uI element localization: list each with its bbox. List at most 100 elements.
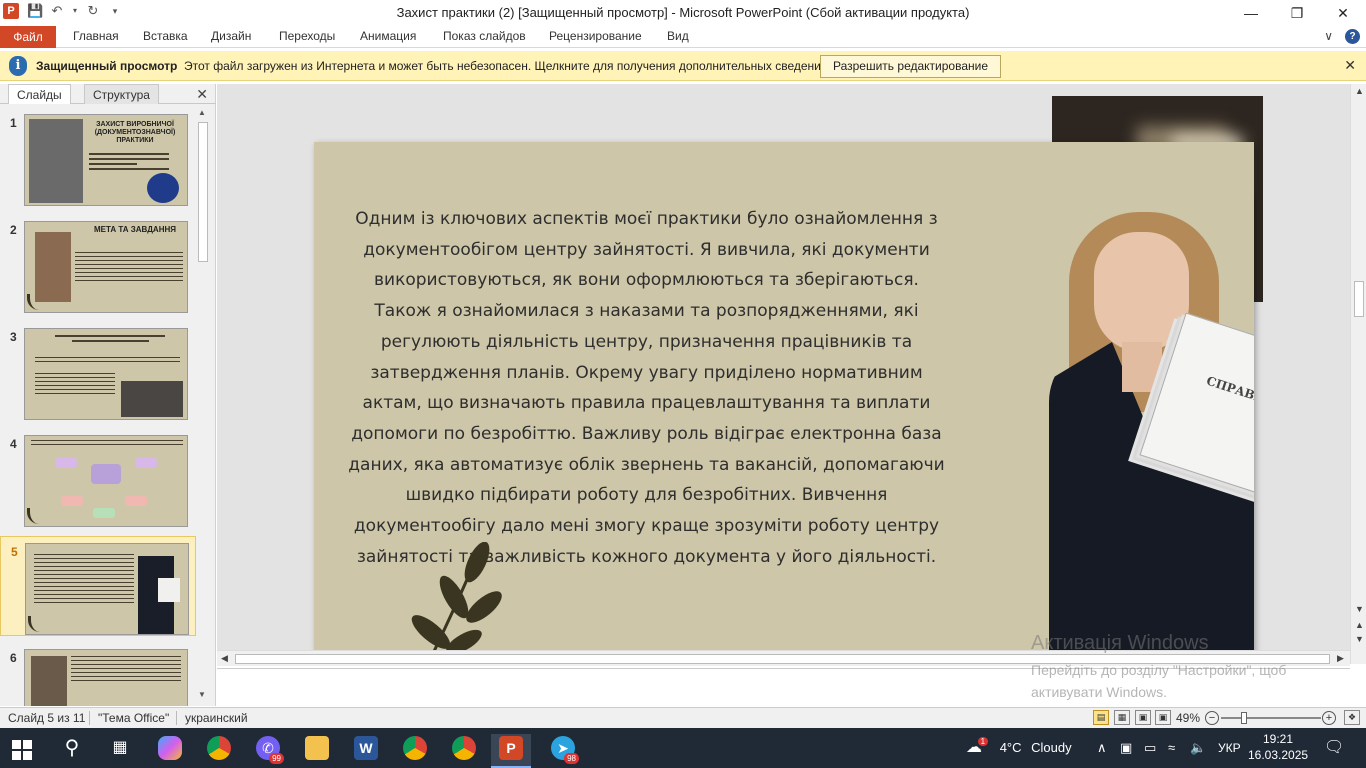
task-view-icon[interactable]: ▦ [100, 734, 140, 768]
chrome-icon[interactable] [199, 734, 239, 768]
chevron-up-icon[interactable]: ∧ [1097, 728, 1107, 768]
scroll-left-icon[interactable]: ◀ [221, 653, 228, 664]
thumbnail-title: МЕТА ТА ЗАВДАННЯ [93, 225, 176, 234]
leaf-decoration-icon [28, 616, 42, 632]
undo-dropdown-icon[interactable]: ▾ [71, 3, 79, 19]
ribbon-tabs: Файл Главная Вставка Дизайн Переходы Ани… [0, 26, 1366, 48]
telegram-icon[interactable]: ➤ 98 [543, 734, 583, 768]
close-icon[interactable]: ✕ [1344, 57, 1356, 74]
notifications-icon[interactable]: 🗨 [1324, 728, 1344, 768]
scroll-down-icon[interactable]: ▼ [198, 690, 206, 699]
slide-thumbnail-6[interactable]: 6 [0, 643, 196, 706]
search-icon[interactable]: ⚲ [52, 734, 92, 768]
slide-canvas[interactable]: Одним із ключових аспектів моєї практики… [314, 142, 1254, 650]
input-language[interactable]: УКР [1218, 728, 1241, 768]
diagram-node [55, 458, 77, 468]
slide-number: 6 [10, 651, 17, 665]
next-slide-icon[interactable]: ▼ [1355, 634, 1364, 644]
tab-design[interactable]: Дизайн [211, 29, 251, 43]
volume-icon[interactable]: 🔈 [1190, 728, 1206, 768]
ribbon-minimize-icon[interactable]: ∨ [1324, 29, 1333, 44]
slide-thumbnail-5[interactable]: 5 [0, 536, 196, 636]
enable-editing-button[interactable]: Разрешить редактирование [820, 55, 1001, 78]
slide-vertical-scrollbar[interactable]: ▲ ▼ ▲ ▼ [1350, 84, 1366, 664]
minimize-button[interactable]: — [1228, 0, 1274, 26]
slides-pane: Слайды Структура ✕ 1 ЗАХИСТ ВИРОБНИЧОЇ (… [0, 84, 216, 706]
person-photo-face [1094, 232, 1189, 352]
info-shield-icon: i [9, 56, 27, 76]
scroll-up-icon[interactable]: ▲ [1355, 86, 1364, 96]
maximize-button[interactable]: ❐ [1274, 0, 1320, 26]
undo-icon[interactable]: ↶ [49, 3, 65, 19]
chrome-profile-2-icon[interactable] [444, 734, 484, 768]
thumbnail-photo [35, 232, 71, 302]
zoom-in-icon[interactable]: + [1322, 711, 1336, 725]
scrollbar-thumb[interactable] [1354, 281, 1364, 317]
zoom-slider[interactable] [1221, 717, 1321, 719]
person-photo-neck [1122, 342, 1162, 392]
scroll-right-icon[interactable]: ▶ [1337, 653, 1344, 664]
slide-number: 4 [10, 437, 17, 451]
thumbnail-photo [121, 381, 183, 417]
chrome-profile-icon[interactable] [395, 734, 435, 768]
tab-insert[interactable]: Вставка [143, 29, 188, 43]
normal-view-icon[interactable]: ▤ [1093, 710, 1109, 725]
slide-thumbnail-3[interactable]: 3 [0, 322, 196, 422]
reading-view-icon[interactable]: ▣ [1135, 710, 1151, 725]
usb-icon[interactable]: ▭ [1144, 728, 1156, 768]
slide-sorter-icon[interactable]: ▦ [1114, 710, 1130, 725]
slide-number: 3 [10, 330, 17, 344]
slideshow-icon[interactable]: ▣ [1155, 710, 1171, 725]
slide-thumbnail-2[interactable]: 2 МЕТА ТА ЗАВДАННЯ [0, 215, 196, 315]
tab-review[interactable]: Рецензирование [549, 29, 642, 43]
fit-to-window-icon[interactable]: ❖ [1344, 710, 1360, 725]
protected-view-message[interactable]: Этот файл загружен из Интернета и может … [184, 59, 831, 73]
slide-counter: Слайд 5 из 11 [8, 711, 86, 725]
tab-transitions[interactable]: Переходы [279, 29, 335, 43]
zoom-slider-knob[interactable] [1241, 712, 1247, 724]
tab-view[interactable]: Вид [667, 29, 689, 43]
file-explorer-icon[interactable] [297, 734, 337, 768]
thumbnail-photo [29, 119, 83, 203]
redo-icon[interactable]: ↻ [85, 3, 101, 19]
zoom-level[interactable]: 49% [1176, 711, 1200, 725]
scrollbar-thumb[interactable] [198, 122, 208, 262]
powerpoint-taskbar-icon[interactable]: P [491, 734, 531, 768]
close-button[interactable]: ✕ [1320, 0, 1366, 26]
zoom-out-icon[interactable]: − [1205, 711, 1219, 725]
scroll-down-icon[interactable]: ▼ [1355, 604, 1364, 614]
quick-access-toolbar: 💾 ↶ ▾ ↻ ▾ [27, 3, 123, 19]
save-icon[interactable]: 💾 [27, 3, 43, 19]
tab-home[interactable]: Главная [73, 29, 119, 43]
slide-thumbnail-1[interactable]: 1 ЗАХИСТ ВИРОБНИЧОЇ (ДОКУМЕНТОЗНАВЧОЇ) П… [0, 108, 196, 208]
logo-icon [147, 173, 179, 203]
slide-preview: ЗАХИСТ ВИРОБНИЧОЇ (ДОКУМЕНТОЗНАВЧОЇ) ПРА… [24, 114, 188, 206]
thumbnail-papers [158, 578, 180, 602]
previous-slide-icon[interactable]: ▲ [1355, 620, 1364, 630]
slide-thumbnail-4[interactable]: 4 [0, 429, 196, 529]
tab-slideshow[interactable]: Показ слайдов [443, 29, 526, 43]
close-pane-icon[interactable]: ✕ [196, 86, 208, 103]
tab-animation[interactable]: Анимация [360, 29, 416, 43]
powerpoint-icon[interactable]: P [3, 3, 19, 19]
slide-body-text[interactable]: Одним із ключових аспектів моєї практики… [344, 204, 949, 572]
tab-file[interactable]: Файл [0, 26, 56, 48]
viber-icon[interactable]: ✆ 99 [248, 734, 288, 768]
help-icon[interactable]: ? [1345, 29, 1360, 44]
language-indicator[interactable]: украинский [185, 711, 248, 725]
watermark-line: Перейдіть до розділу "Настройки", щоб [1031, 662, 1287, 678]
customize-qat-icon[interactable]: ▾ [107, 3, 123, 19]
word-icon[interactable]: W [346, 734, 386, 768]
weather-widget[interactable]: ☁ 1 4°C Cloudy [966, 728, 1072, 768]
wifi-icon[interactable]: ≈ [1168, 728, 1175, 768]
start-button[interactable] [2, 734, 42, 768]
meet-icon[interactable]: ▣ [1120, 728, 1132, 768]
tab-slides[interactable]: Слайды [8, 84, 71, 104]
slide-number: 5 [11, 545, 18, 559]
thumbnails-scrollbar[interactable]: ▲ ▼ [196, 106, 210, 704]
system-clock[interactable]: 19:21 16.03.2025 [1248, 731, 1308, 763]
slide-number: 2 [10, 223, 17, 237]
tab-outline[interactable]: Структура [84, 84, 159, 104]
scroll-up-icon[interactable]: ▲ [198, 108, 206, 117]
copilot-icon[interactable] [150, 734, 190, 768]
